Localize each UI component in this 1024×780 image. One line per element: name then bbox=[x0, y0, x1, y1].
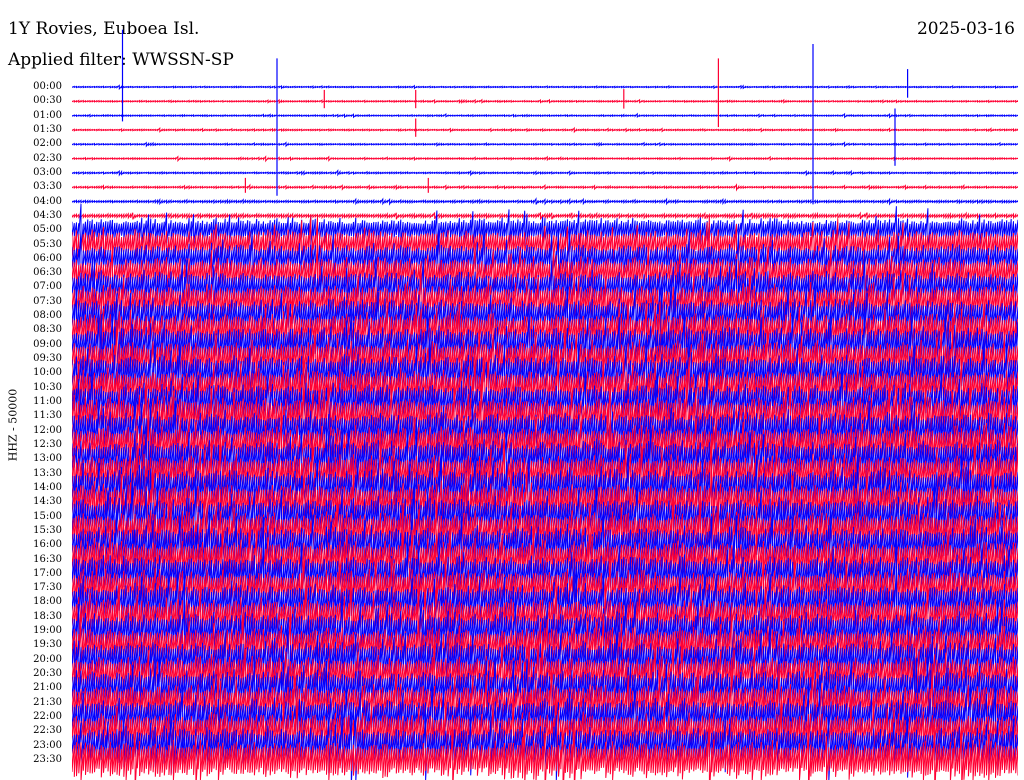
hour-label: 04:00 bbox=[33, 195, 62, 207]
helicorder-traces bbox=[72, 29, 1018, 780]
trace-row bbox=[72, 84, 1018, 91]
hour-label: 21:30 bbox=[33, 696, 62, 708]
hour-label: 05:00 bbox=[33, 224, 62, 236]
hour-label: 12:30 bbox=[33, 438, 62, 450]
hour-label: 22:30 bbox=[33, 725, 62, 737]
hour-label: 21:00 bbox=[33, 682, 62, 694]
seismogram-page: 1Y Rovies, Euboea Isl. 2025-03-16 Applie… bbox=[0, 0, 1024, 780]
hour-label: 10:30 bbox=[33, 381, 62, 393]
hour-label: 00:30 bbox=[33, 95, 62, 107]
hour-label: 12:00 bbox=[33, 424, 62, 436]
trace-row bbox=[72, 197, 1018, 206]
trace-row bbox=[72, 98, 1018, 105]
hour-label: 20:30 bbox=[33, 668, 62, 680]
hour-label: 17:00 bbox=[33, 567, 62, 579]
hour-label: 10:00 bbox=[33, 367, 62, 379]
hour-label: 04:30 bbox=[33, 209, 62, 221]
hour-label: 03:00 bbox=[33, 166, 62, 178]
channel-label: HHZ - 50000 bbox=[6, 388, 20, 462]
hour-label: 06:30 bbox=[33, 267, 62, 279]
hour-label: 08:30 bbox=[33, 324, 62, 336]
hour-label: 09:30 bbox=[33, 353, 62, 365]
hour-label: 22:00 bbox=[33, 711, 62, 723]
hour-label: 18:30 bbox=[33, 610, 62, 622]
hour-label: 16:30 bbox=[33, 553, 62, 565]
hour-label: 11:00 bbox=[33, 396, 62, 408]
hour-label: 09:00 bbox=[33, 338, 62, 350]
hour-label: 03:30 bbox=[33, 181, 62, 193]
hour-label: 23:00 bbox=[33, 739, 62, 751]
hour-label: 02:30 bbox=[33, 152, 62, 164]
hour-label: 11:30 bbox=[33, 410, 62, 422]
trace-row bbox=[72, 141, 1018, 148]
helicorder-plot bbox=[72, 0, 1018, 780]
hour-label: 20:00 bbox=[33, 653, 62, 665]
hour-label: 07:00 bbox=[33, 281, 62, 293]
trace-row bbox=[72, 183, 1018, 192]
hour-label: 05:30 bbox=[33, 238, 62, 250]
hour-label: 14:00 bbox=[33, 481, 62, 493]
hour-label: 19:00 bbox=[33, 625, 62, 637]
hour-label: 15:30 bbox=[33, 524, 62, 536]
hour-label: 17:30 bbox=[33, 582, 62, 594]
hour-label: 13:00 bbox=[33, 453, 62, 465]
hour-label: 06:00 bbox=[33, 252, 62, 264]
hour-label: 23:30 bbox=[33, 754, 62, 765]
trace-row bbox=[72, 169, 1018, 177]
hour-label: 00:00 bbox=[33, 81, 62, 92]
hour-label: 01:30 bbox=[33, 123, 62, 135]
hour-label: 07:30 bbox=[33, 295, 62, 307]
hour-label: 08:00 bbox=[33, 310, 62, 322]
hour-label: 02:00 bbox=[33, 138, 62, 150]
hour-label: 01:00 bbox=[33, 109, 62, 121]
hour-label: 18:00 bbox=[33, 596, 62, 608]
trace-row bbox=[72, 155, 1018, 163]
hour-label: 16:00 bbox=[33, 539, 62, 551]
trace-row bbox=[72, 112, 1018, 119]
hour-label: 13:30 bbox=[33, 467, 62, 479]
hour-label: 19:30 bbox=[33, 639, 62, 651]
hour-label: 14:30 bbox=[33, 496, 62, 508]
hour-label: 15:00 bbox=[33, 510, 62, 522]
trace-row bbox=[72, 126, 1018, 134]
